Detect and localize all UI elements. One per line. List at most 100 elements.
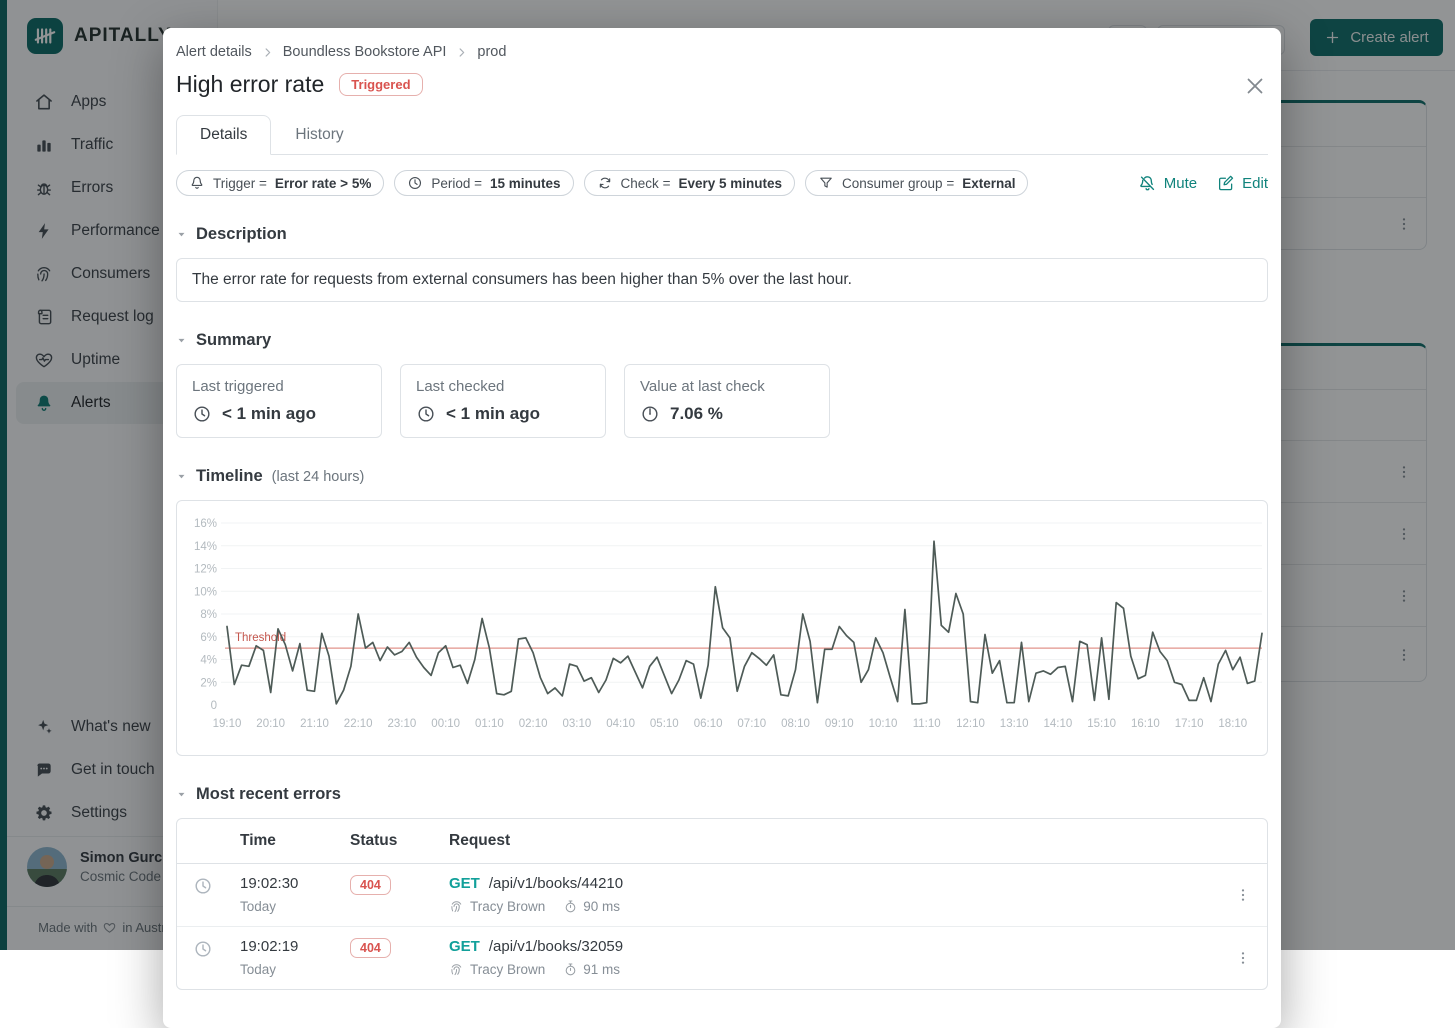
svg-text:14:10: 14:10 (1044, 718, 1073, 730)
breadcrumb-alert-details[interactable]: Alert details (176, 44, 252, 60)
check-chip: Check = Every 5 minutes (583, 170, 796, 196)
svg-text:14%: 14% (194, 541, 217, 553)
svg-text:07:10: 07:10 (737, 718, 766, 730)
consumer-group-chip: Consumer group = External (805, 170, 1029, 196)
clock-icon (407, 175, 423, 191)
error-row[interactable]: 19:02:30 Today 404 GET/api/v1/books/4421… (177, 864, 1267, 927)
breadcrumb: Alert details Boundless Bookstore API pr… (176, 28, 1268, 60)
bell-slash-icon (1138, 174, 1157, 193)
chevron-right-icon (261, 46, 274, 59)
chip-value: 15 minutes (490, 175, 561, 191)
gauge-icon (640, 404, 660, 424)
tab-details[interactable]: Details (176, 115, 272, 155)
edit-label: Edit (1242, 174, 1268, 192)
svg-text:12%: 12% (194, 564, 217, 576)
response-time: 91 ms (583, 962, 621, 977)
tab-history[interactable]: History (271, 115, 367, 155)
svg-text:21:10: 21:10 (300, 718, 329, 730)
chip-label: Consumer group = (842, 175, 955, 191)
section-title: Summary (196, 331, 272, 349)
svg-text:16%: 16% (194, 518, 217, 530)
svg-text:15:10: 15:10 (1087, 718, 1116, 730)
svg-text:11:10: 11:10 (913, 718, 941, 730)
svg-text:23:10: 23:10 (388, 718, 417, 730)
refresh-icon (597, 175, 613, 191)
svg-text:03:10: 03:10 (563, 718, 592, 730)
svg-text:05:10: 05:10 (650, 718, 679, 730)
timeline-section-header[interactable]: Timeline (last 24 hours) (176, 467, 1268, 486)
http-method: GET (449, 875, 480, 892)
svg-text:20:10: 20:10 (256, 718, 285, 730)
svg-text:8%: 8% (200, 609, 217, 621)
svg-text:13:10: 13:10 (1000, 718, 1029, 730)
svg-text:16:10: 16:10 (1131, 718, 1160, 730)
card-value: 7.06 % (670, 404, 723, 423)
period-chip: Period = 15 minutes (394, 170, 574, 196)
fingerprint-icon (449, 962, 464, 977)
trigger-chip: Trigger = Error rate > 5% (176, 170, 385, 196)
card-value: < 1 min ago (446, 404, 540, 423)
alert-details-modal: Alert details Boundless Bookstore API pr… (163, 28, 1281, 1028)
clock-icon (193, 939, 213, 959)
funnel-icon (818, 175, 834, 191)
chip-value: Error rate > 5% (274, 175, 372, 191)
svg-text:6%: 6% (200, 632, 217, 644)
consumer-name: Tracy Brown (470, 962, 546, 977)
error-date: Today (240, 899, 277, 914)
error-time: 19:02:30 (240, 875, 299, 892)
svg-text:19:10: 19:10 (213, 718, 242, 730)
card-label: Last triggered (192, 378, 284, 395)
card-value: < 1 min ago (222, 404, 316, 423)
close-icon[interactable] (1242, 73, 1268, 99)
status-badge: Triggered (339, 73, 423, 96)
description-section-header[interactable]: Description (176, 225, 1268, 244)
svg-text:Threshold: Threshold (235, 632, 286, 644)
page-title: High error rate (176, 71, 325, 97)
svg-text:10:10: 10:10 (869, 718, 898, 730)
recent-errors-section-header[interactable]: Most recent errors (176, 785, 1268, 804)
error-row[interactable]: 19:02:19 Today 404 GET/api/v1/books/3205… (177, 927, 1267, 989)
breadcrumb-env[interactable]: prod (477, 44, 506, 60)
svg-text:12:10: 12:10 (956, 718, 985, 730)
clock-icon (193, 876, 213, 896)
section-subtitle: (last 24 hours) (271, 469, 365, 485)
chevron-right-icon (455, 46, 468, 59)
timeline-chart: 16% 14% 12% 10% 8% 6% 4% 2% 0 19:10 20:10 21:10 22:1… (194, 518, 1263, 730)
column-status: Status (350, 832, 398, 849)
stopwatch-icon (563, 962, 578, 977)
summary-section-header[interactable]: Summary (176, 331, 1268, 350)
tab-bar: Details History (176, 115, 1268, 155)
caret-down-icon (176, 471, 187, 482)
svg-text:17:10: 17:10 (1175, 718, 1204, 730)
last-checked-card: Last checked < 1 min ago (400, 364, 606, 438)
clock-icon (192, 404, 212, 424)
svg-text:01:10: 01:10 (475, 718, 504, 730)
description-text: The error rate for requests from externa… (176, 258, 1268, 302)
http-method: GET (449, 938, 480, 955)
svg-text:09:10: 09:10 (825, 718, 854, 730)
chip-label: Check = (620, 175, 671, 191)
chip-value: Every 5 minutes (678, 175, 783, 191)
error-time: 19:02:19 (240, 938, 299, 955)
svg-text:4%: 4% (200, 655, 217, 667)
bell-icon (189, 175, 205, 191)
chip-label: Trigger = (213, 175, 267, 191)
last-triggered-card: Last triggered < 1 min ago (176, 364, 382, 438)
mute-label: Mute (1163, 174, 1198, 192)
request-path: /api/v1/books/44210 (488, 875, 624, 892)
response-time: 90 ms (583, 899, 621, 914)
edit-icon (1217, 174, 1235, 192)
clock-icon (416, 404, 436, 424)
section-title: Timeline (196, 467, 263, 485)
breadcrumb-app[interactable]: Boundless Bookstore API (283, 44, 447, 60)
svg-text:00:10: 00:10 (431, 718, 460, 730)
kebab-menu-icon[interactable] (1235, 950, 1251, 966)
timeline-chart-card: 16% 14% 12% 10% 8% 6% 4% 2% 0 19:10 20:10 21:10 22:1… (176, 500, 1268, 756)
kebab-menu-icon[interactable] (1235, 887, 1251, 903)
stopwatch-icon (563, 899, 578, 914)
edit-button[interactable]: Edit (1217, 174, 1268, 193)
status-code-badge: 404 (350, 938, 391, 958)
column-request: Request (449, 832, 511, 849)
chip-label: Period = (431, 175, 483, 191)
mute-button[interactable]: Mute (1138, 174, 1197, 193)
